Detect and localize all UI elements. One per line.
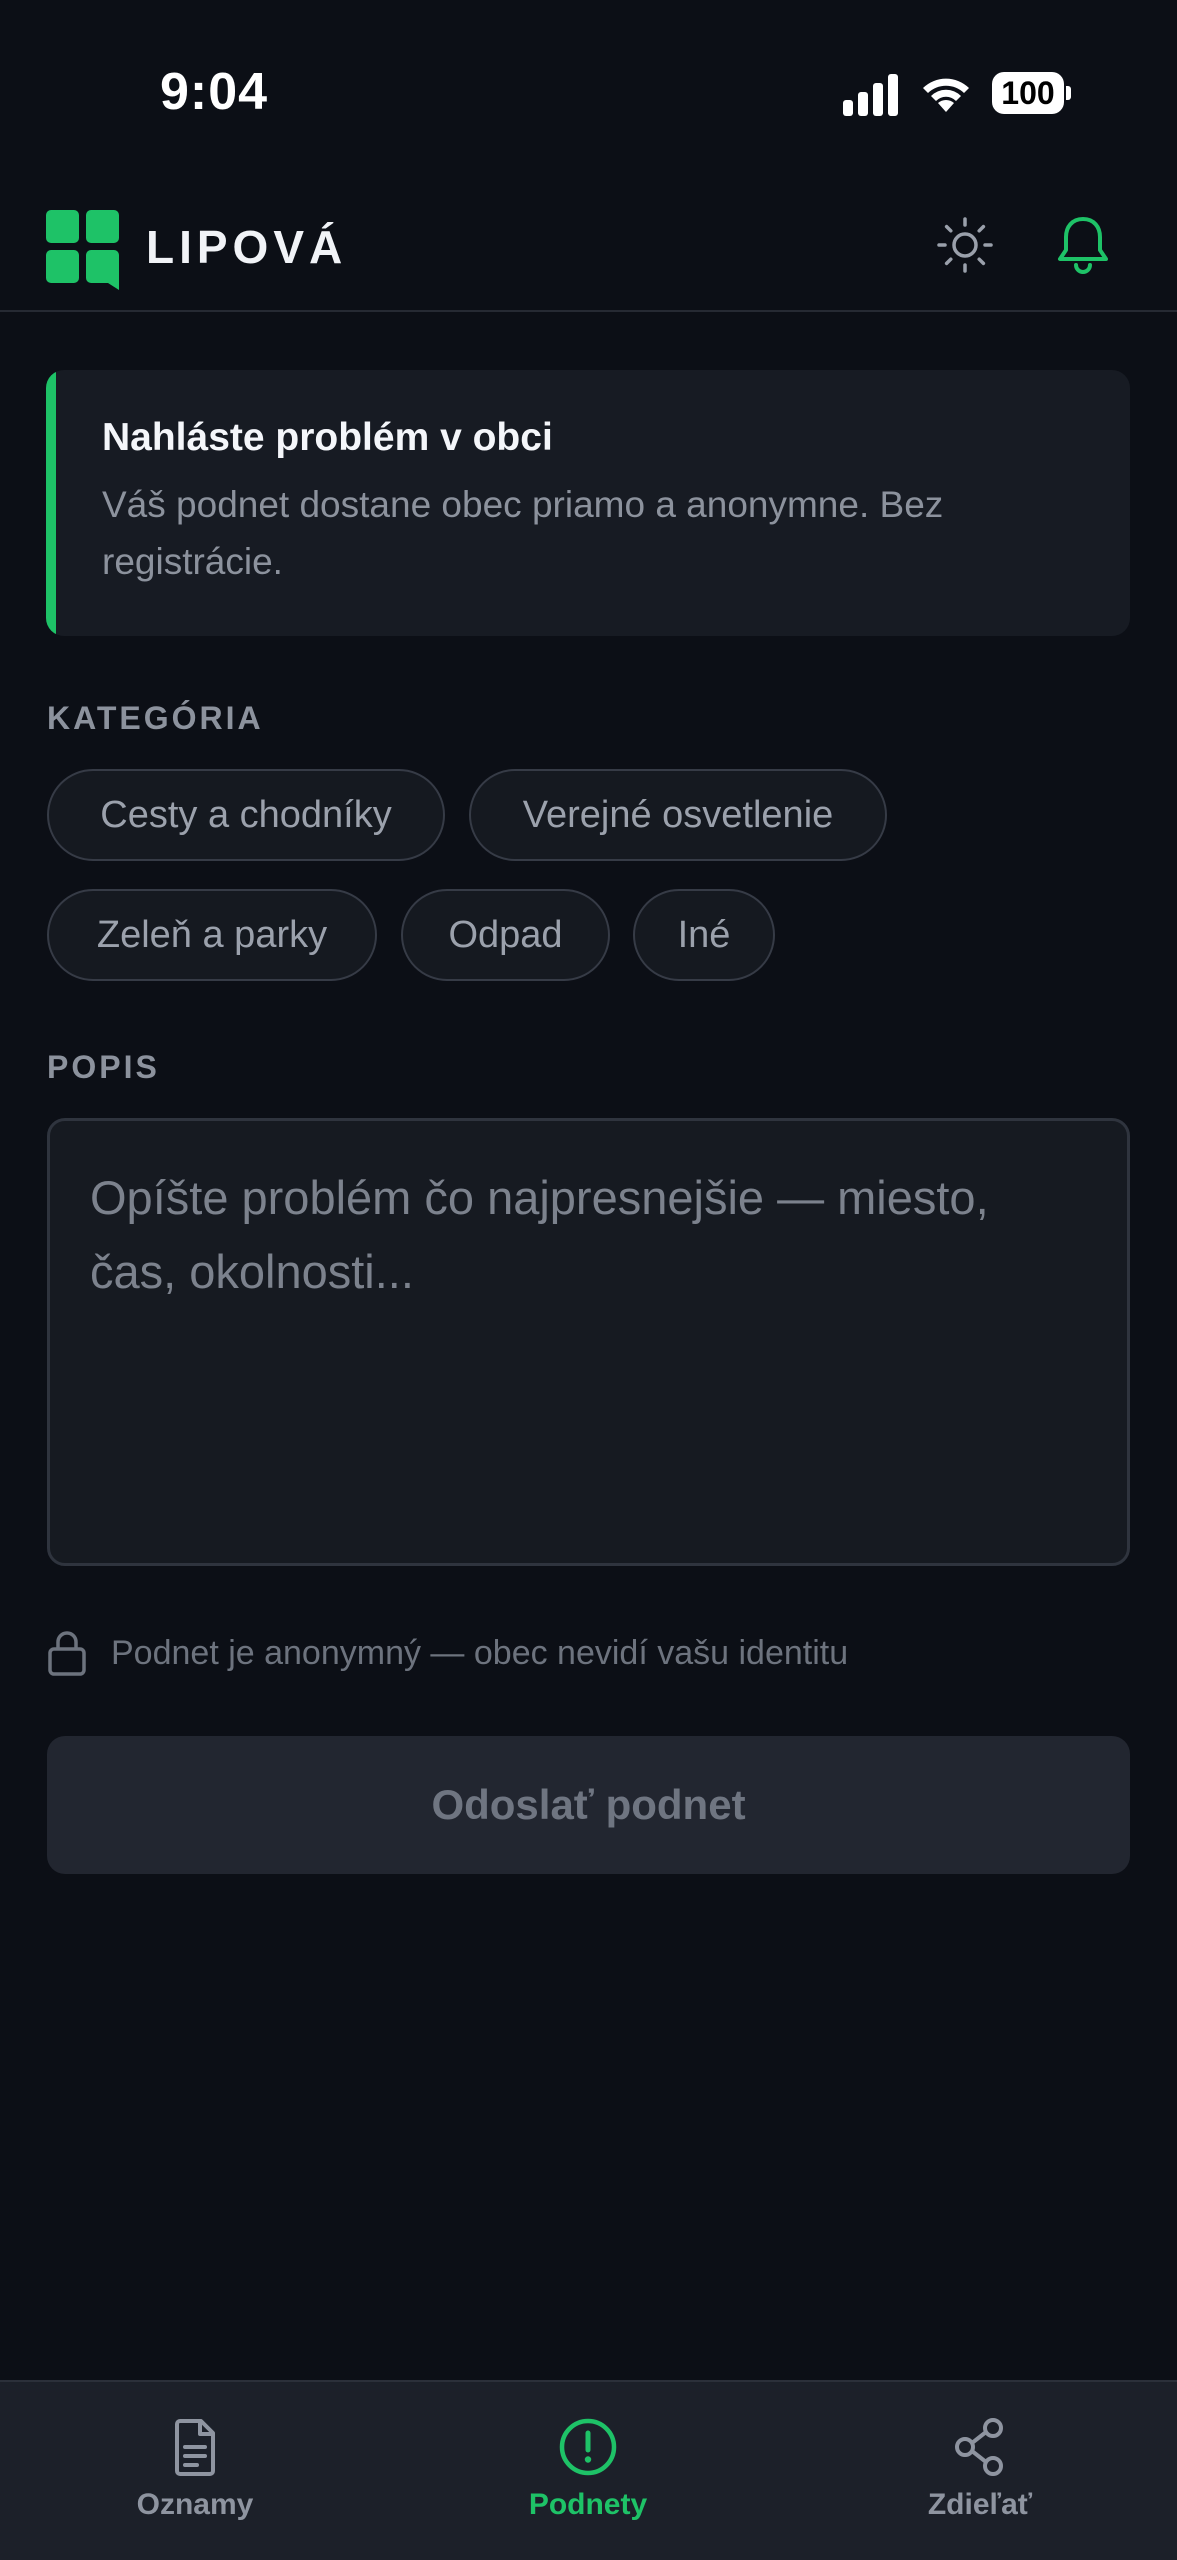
share-icon	[955, 2418, 1003, 2476]
lock-icon	[48, 1631, 86, 1676]
screen: 9:04 100 LIPOVÁ Nahláste problém v obci …	[0, 0, 1177, 2560]
battery-icon: 100	[992, 72, 1071, 116]
nav-label-oznamy: Oznamy	[136, 2488, 254, 2521]
nav-label-podnety: Podnety	[528, 2488, 648, 2521]
chip-ine[interactable]: Iné	[633, 889, 775, 981]
anonymity-text: Podnet je anonymný — obec nevidí vašu id…	[111, 1633, 849, 1672]
status-bar: 9:04 100	[0, 0, 1177, 190]
anonymity-note: Podnet je anonymný — obec nevidí vašu id…	[47, 1628, 848, 1678]
signal-icon	[843, 74, 898, 116]
info-card: Nahláste problém v obci Váš podnet dosta…	[46, 370, 1130, 636]
chip-zelen-a-parky[interactable]: Zeleň a parky	[47, 889, 377, 981]
nav-item-oznamy[interactable]: Oznamy	[75, 2416, 315, 2526]
bottom-nav: Oznamy Podnety Zdieľať	[0, 2380, 1177, 2560]
nav-item-podnety[interactable]: Podnety	[468, 2416, 708, 2526]
chip-odpad[interactable]: Odpad	[401, 889, 610, 981]
app-header: LIPOVÁ	[0, 190, 1177, 312]
nav-item-zdielat[interactable]: Zdieľať	[860, 2416, 1100, 2526]
battery-level: 100	[992, 72, 1064, 114]
sun-icon[interactable]	[936, 216, 994, 274]
info-card-text: Váš podnet dostane obec priamo a anonymn…	[102, 484, 944, 582]
status-time: 9:04	[160, 63, 269, 121]
battery-tip	[1066, 86, 1071, 100]
description-input[interactable]: Opíšte problém čo najpresnejšie — miesto…	[47, 1118, 1130, 1566]
description-label: POPIS	[47, 1049, 160, 1085]
bell-icon[interactable]	[1054, 214, 1112, 276]
info-card-title: Nahláste problém v obci	[102, 416, 553, 459]
info-card-accent	[46, 370, 56, 636]
chip-verejne-osvetlenie[interactable]: Verejné osvetlenie	[469, 769, 887, 861]
logo-icon	[46, 210, 119, 290]
app-title: LIPOVÁ	[146, 221, 348, 273]
nav-label-zdielat: Zdieľať	[927, 2488, 1033, 2521]
category-label: KATEGÓRIA	[47, 700, 264, 736]
document-icon	[175, 2419, 215, 2476]
alert-circle-icon	[559, 2418, 617, 2476]
submit-button[interactable]: Odoslať podnet	[47, 1736, 1130, 1874]
chip-cesty-a-chodniky[interactable]: Cesty a chodníky	[47, 769, 445, 861]
wifi-icon	[923, 78, 969, 112]
